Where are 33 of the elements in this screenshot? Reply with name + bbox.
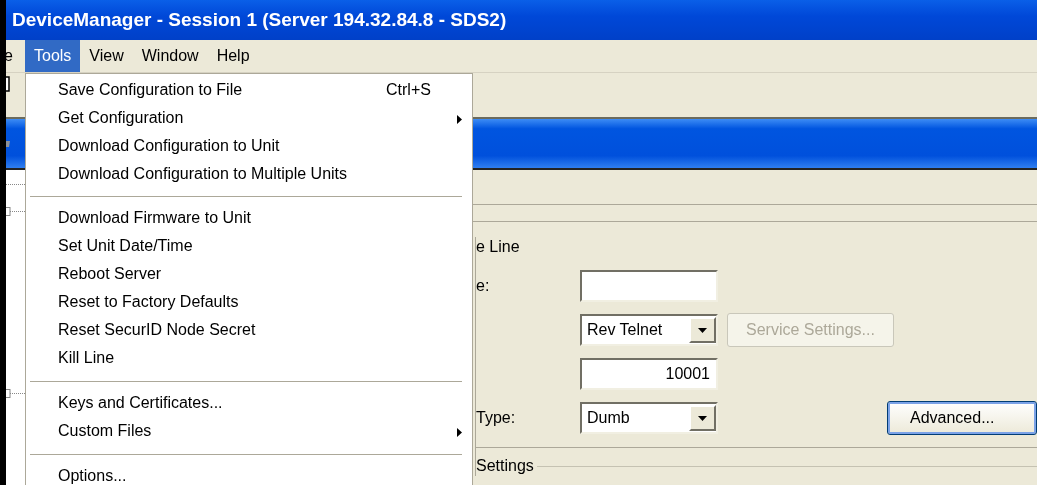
submenu-arrow-icon xyxy=(457,428,462,437)
terminal-type-dropdown[interactable]: Dumb xyxy=(580,402,718,434)
dropdown-caret-icon[interactable] xyxy=(689,317,716,343)
menu-entry[interactable]: Custom Files xyxy=(29,418,472,446)
menu-entry[interactable]: Save Configuration to File Ctrl+S xyxy=(29,77,472,105)
field-label: e: xyxy=(476,276,491,296)
service-dropdown[interactable]: Rev Telnet xyxy=(580,314,718,346)
menu-entry[interactable]: Download Configuration to Multiple Units xyxy=(29,161,472,189)
menu-entry[interactable]: Options... xyxy=(29,463,472,485)
submenu-arrow-icon xyxy=(457,115,462,124)
group-label: Settings xyxy=(476,456,534,476)
menu-item[interactable]: Window xyxy=(132,40,208,72)
window-title: DeviceManager - Session 1 (Server 194.32.84.8 - SDS2) xyxy=(6,0,1037,40)
menu-entry[interactable]: Download Configuration to Unit xyxy=(29,133,472,161)
menu-entry[interactable]: Kill Line xyxy=(29,345,472,373)
menu-item[interactable]: Help xyxy=(207,40,259,72)
menu-entry[interactable]: Reset to Factory Defaults xyxy=(29,289,472,317)
menu-item[interactable]: Tools xyxy=(25,40,81,72)
input-field[interactable] xyxy=(580,270,718,302)
port-field[interactable]: 10001 xyxy=(580,358,718,390)
device-icon xyxy=(6,139,11,148)
menu-entry[interactable]: Reboot Server xyxy=(29,261,472,289)
dropdown-caret-icon[interactable] xyxy=(689,405,716,431)
document-icon[interactable] xyxy=(6,76,11,92)
menu-entry[interactable]: Get Configuration xyxy=(29,105,472,133)
section-label: e Line xyxy=(476,237,521,257)
menu-entry[interactable]: Download Firmware to Unit xyxy=(29,205,472,233)
advanced-button[interactable]: Advanced... xyxy=(887,401,1037,435)
field-label: Type: xyxy=(476,408,517,428)
menu-entry[interactable]: Reset SecurID Node Secret xyxy=(29,317,472,345)
menu-item[interactable]: View xyxy=(80,40,133,72)
menu-entry[interactable]: Set Unit Date/Time xyxy=(29,233,472,261)
menu-entry[interactable]: Keys and Certificates... xyxy=(29,390,472,418)
